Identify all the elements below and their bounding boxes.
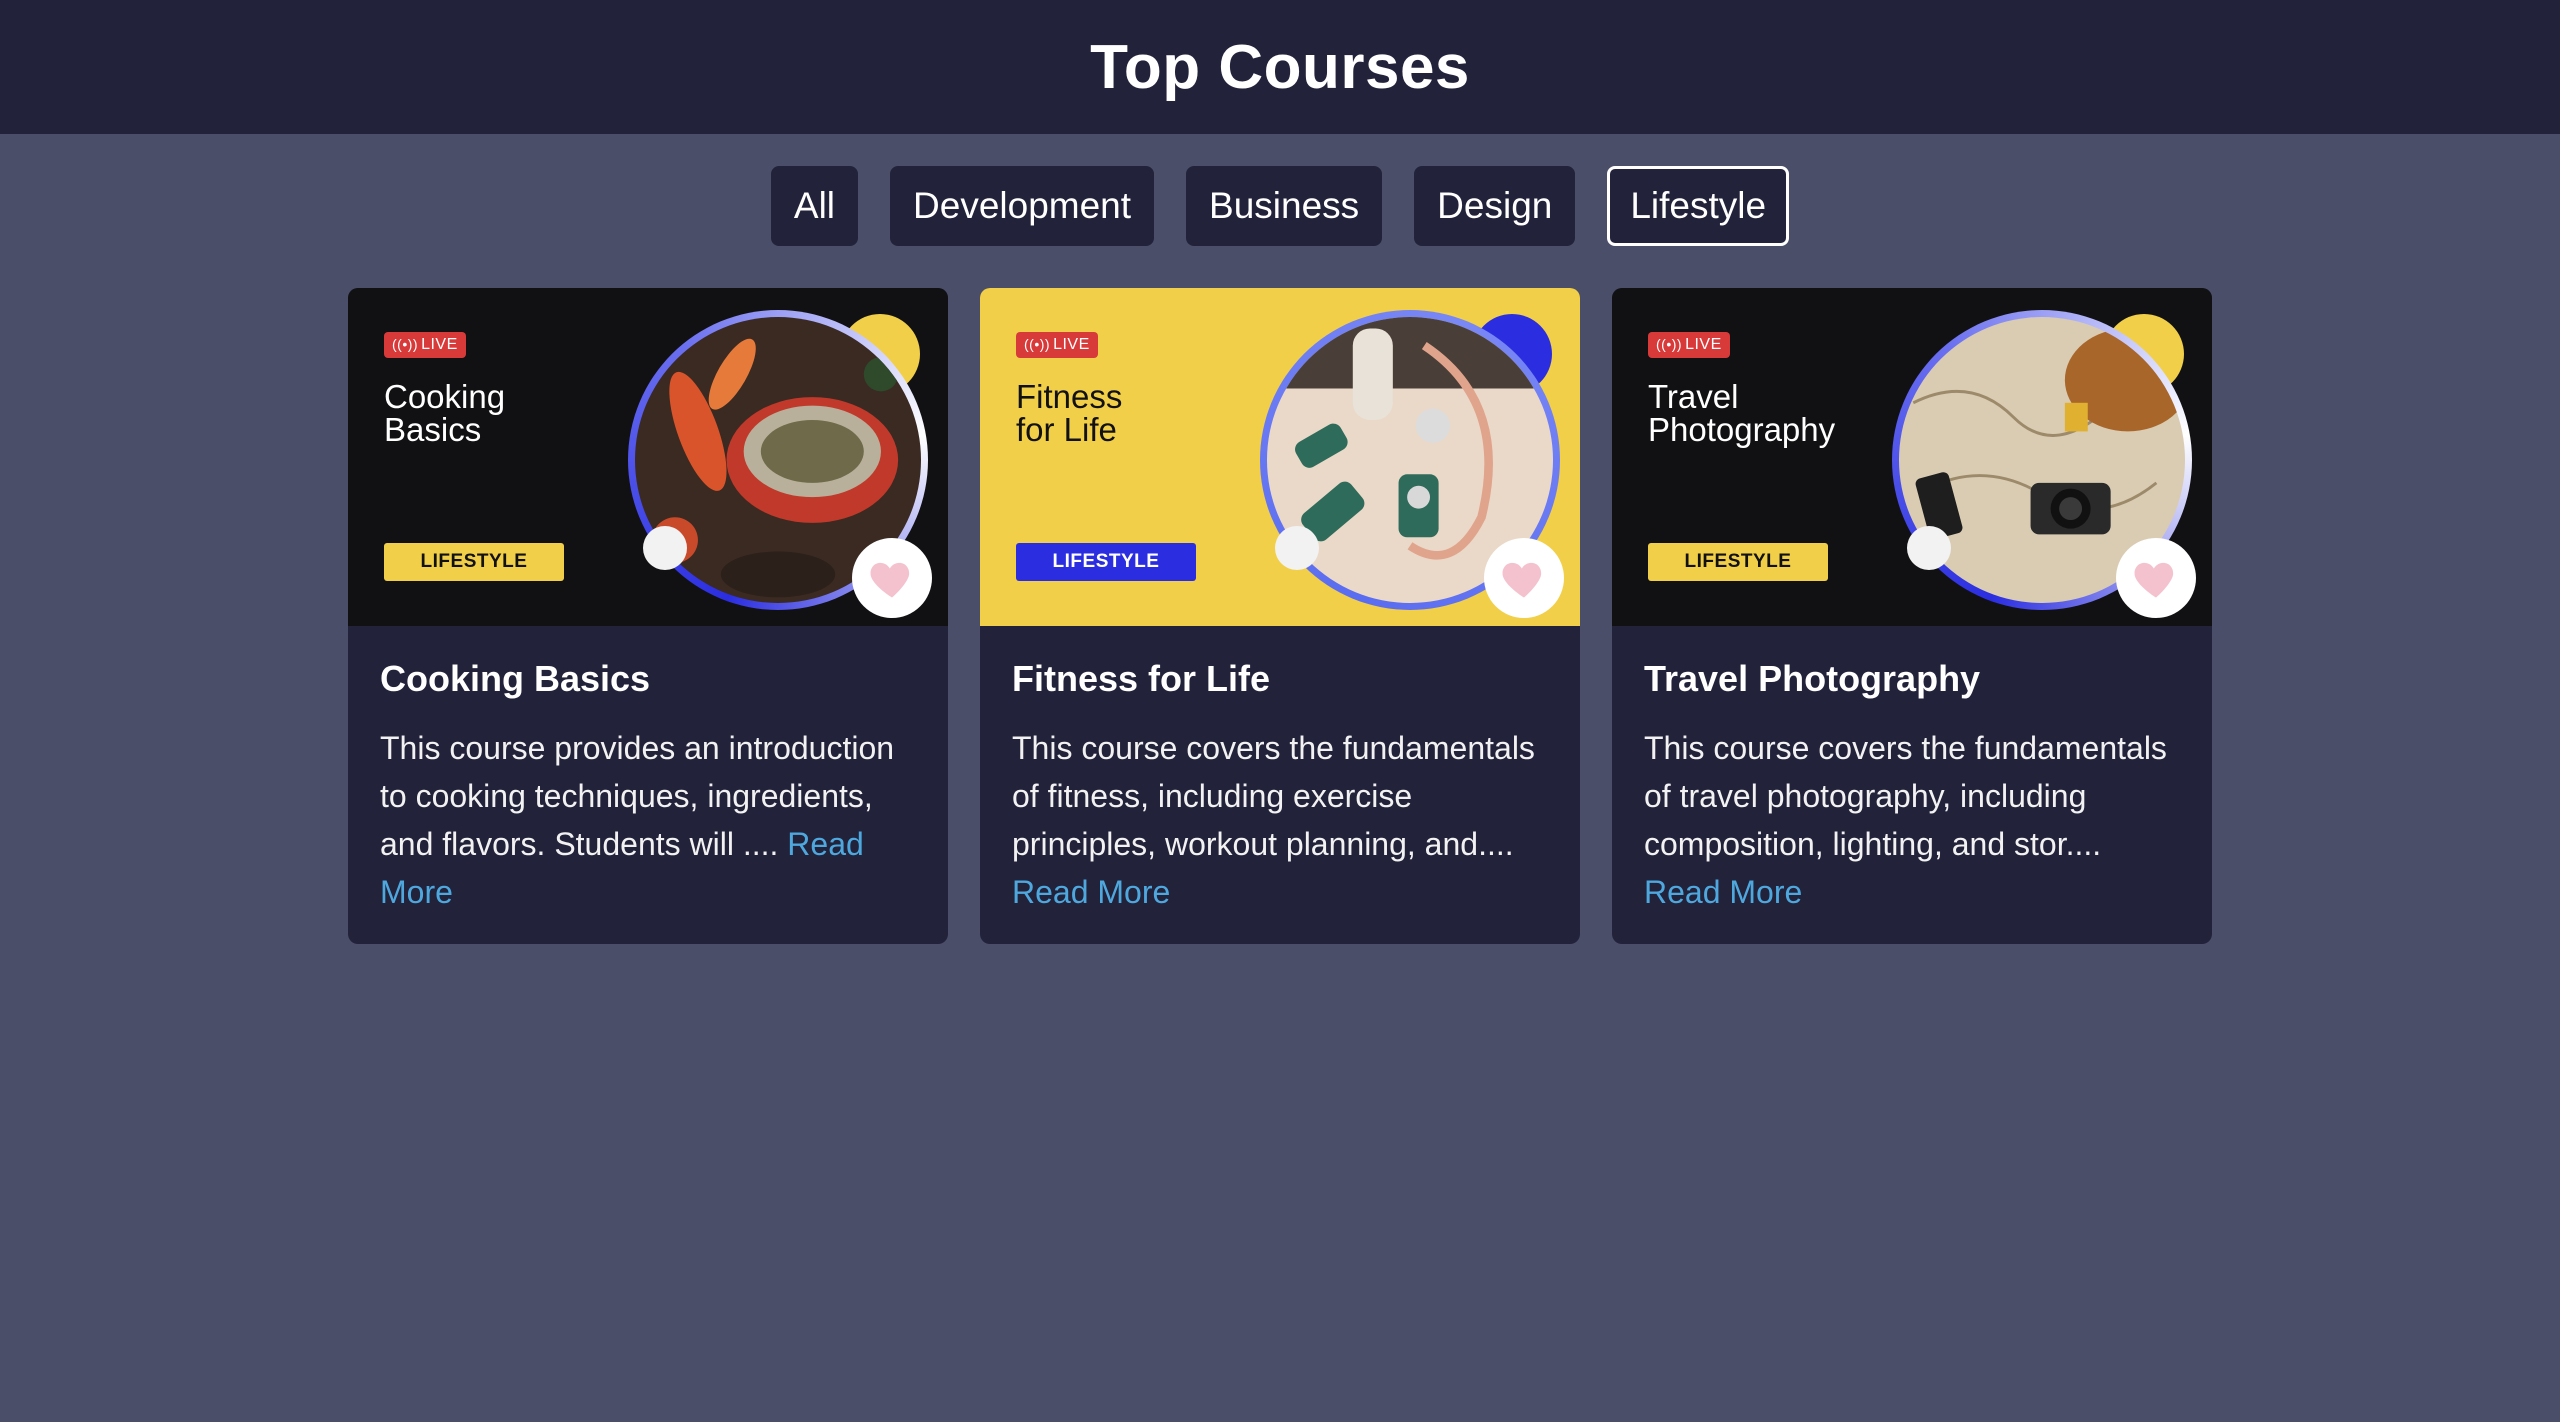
favorite-button[interactable] xyxy=(852,538,932,618)
course-description-text: This course covers the fundamentals of t… xyxy=(1644,730,2167,862)
course-description: This course covers the fundamentals of t… xyxy=(1644,724,2180,916)
course-thumbnail[interactable]: ((•)) LIVE Travel Photography LIFESTYLE xyxy=(1612,288,2212,626)
course-thumbnail[interactable]: ((•)) LIVE Cooking Basics LIFESTYLE xyxy=(348,288,948,626)
favorite-button[interactable] xyxy=(1484,538,1564,618)
course-title: Cooking Basics xyxy=(380,658,651,699)
live-badge-label: LIVE xyxy=(421,336,458,353)
filter-development-button[interactable]: Development xyxy=(890,166,1155,246)
heart-icon xyxy=(870,562,910,598)
decorative-dot xyxy=(643,526,687,570)
live-badge: ((•)) LIVE xyxy=(1648,332,1730,358)
category-tag: LIFESTYLE xyxy=(384,543,564,581)
live-badge: ((•)) LIVE xyxy=(1016,332,1098,358)
course-card-cooking-basics[interactable]: ((•)) LIVE Cooking Basics LIFESTYLE Cook… xyxy=(348,288,948,944)
thumbnail-title: Travel Photography xyxy=(1648,378,1836,448)
read-more-link[interactable]: Read More xyxy=(1644,874,1802,910)
card-body: Cooking Basics This course provides an i… xyxy=(348,626,948,916)
filter-design-button[interactable]: Design xyxy=(1414,166,1576,246)
decorative-dot xyxy=(1907,526,1951,570)
page-title: Top Courses xyxy=(1090,32,1470,102)
page-header: Top Courses xyxy=(0,0,2560,134)
course-description: This course provides an introduction to … xyxy=(380,724,916,916)
live-broadcast-icon: ((•)) xyxy=(392,336,419,352)
category-filter-bar: All Development Business Design Lifestyl… xyxy=(0,166,2560,246)
card-body: Fitness for Life This course covers the … xyxy=(980,626,1580,916)
heart-icon xyxy=(1502,562,1542,598)
card-body: Travel Photography This course covers th… xyxy=(1612,626,2212,916)
course-card-fitness-for-life[interactable]: ((•)) LIVE Fitness for Life LIFESTYLE Fi… xyxy=(980,288,1580,944)
thumbnail-title: Cooking Basics xyxy=(384,378,506,448)
category-tag: LIFESTYLE xyxy=(1016,543,1196,581)
course-title: Travel Photography xyxy=(1644,658,1981,699)
course-thumbnail[interactable]: ((•)) LIVE Fitness for Life LIFESTYLE xyxy=(980,288,1580,626)
course-title: Fitness for Life xyxy=(1012,658,1271,699)
category-tag: LIFESTYLE xyxy=(1648,543,1828,581)
filter-all-button[interactable]: All xyxy=(770,166,859,246)
thumbnail-title: Fitness for Life xyxy=(1016,378,1123,448)
course-description: This course covers the fundamentals of f… xyxy=(1012,724,1548,916)
live-badge: ((•)) LIVE xyxy=(384,332,466,358)
course-description-text: This course covers the fundamentals of f… xyxy=(1012,730,1535,862)
read-more-link[interactable]: Read More xyxy=(1012,874,1170,910)
heart-icon xyxy=(2134,562,2174,598)
live-badge-label: LIVE xyxy=(1053,336,1090,353)
filter-business-button[interactable]: Business xyxy=(1186,166,1383,246)
decorative-dot xyxy=(1275,526,1319,570)
favorite-button[interactable] xyxy=(2116,538,2196,618)
live-broadcast-icon: ((•)) xyxy=(1656,336,1683,352)
course-card-travel-photography[interactable]: ((•))LIVE Travel Photography LIFESTYLE xyxy=(1612,288,2212,944)
course-grid: ((•)) LIVE Cooking Basics LIFESTYLE Cook… xyxy=(0,288,2560,944)
live-broadcast-icon: ((•)) xyxy=(1024,336,1051,352)
live-badge-label: LIVE xyxy=(1685,336,1722,353)
filter-lifestyle-button[interactable]: Lifestyle xyxy=(1607,166,1790,246)
